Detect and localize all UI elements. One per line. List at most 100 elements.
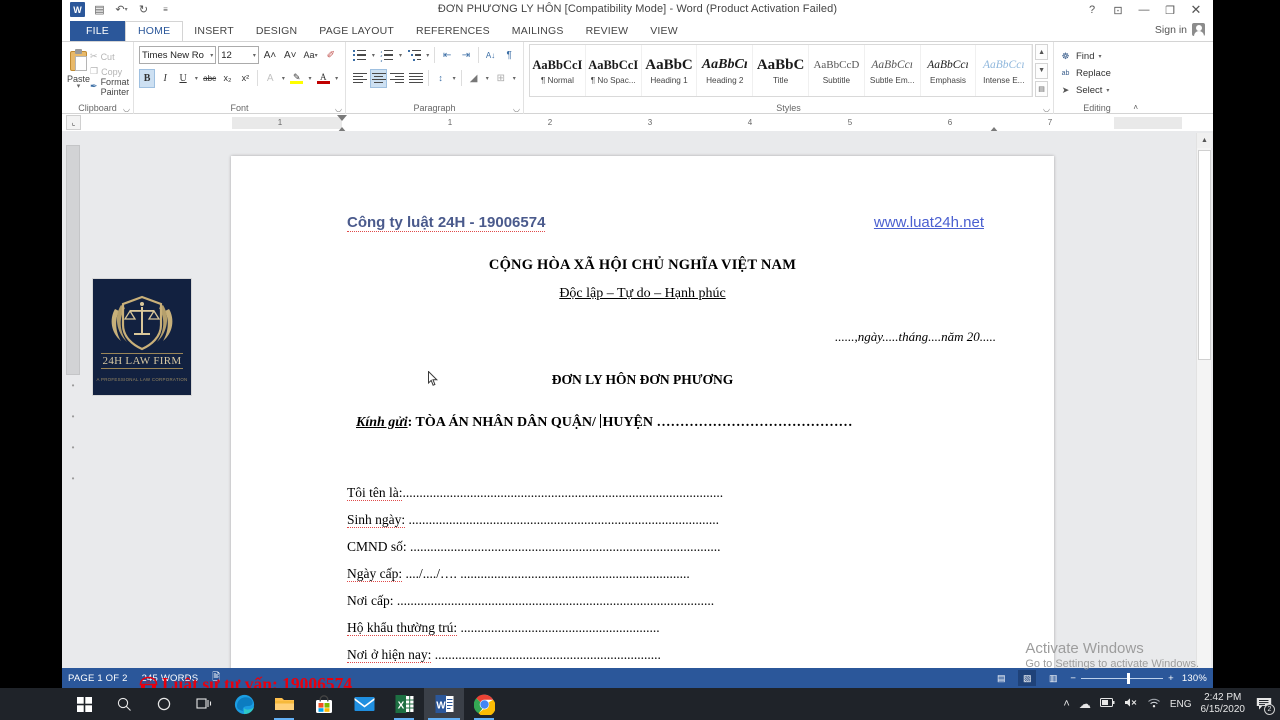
tab-design[interactable]: DESIGN: [245, 22, 308, 41]
style-emphasis[interactable]: AaBbCcı Emphasis: [921, 45, 977, 96]
zoom-out-button[interactable]: −: [1070, 673, 1076, 684]
chevron-down-icon[interactable]: ▾: [253, 52, 256, 59]
zoom-thumb[interactable]: [1127, 672, 1131, 684]
document-page[interactable]: Công ty luật 24H - 19006574 www.luat24h.…: [231, 156, 1054, 688]
left-scroll-thumb[interactable]: [66, 145, 80, 375]
zoom-in-button[interactable]: +: [1168, 673, 1174, 684]
close-button[interactable]: ✕: [1183, 1, 1209, 19]
clock[interactable]: 2:42 PM 6/15/2020: [1201, 692, 1246, 716]
zoom-level[interactable]: 130%: [1182, 673, 1207, 684]
battery-icon[interactable]: [1099, 698, 1115, 710]
styles-more-button[interactable]: ▤: [1035, 81, 1048, 97]
tab-insert[interactable]: INSERT: [183, 22, 245, 41]
subscript-button[interactable]: x₂: [220, 69, 236, 88]
chevron-down-icon[interactable]: ▾: [1106, 87, 1109, 94]
chevron-down-icon[interactable]: ▾: [333, 75, 340, 82]
font-color-button[interactable]: A: [315, 69, 331, 88]
decrease-indent-button[interactable]: ⇤: [438, 46, 456, 65]
format-painter-button[interactable]: ✒ Format Painter: [90, 77, 129, 97]
chevron-down-icon[interactable]: ▾: [397, 52, 404, 59]
chevron-down-icon[interactable]: ▾: [307, 75, 314, 82]
clipboard-dialog-launcher[interactable]: ◡: [123, 104, 130, 113]
style-normal[interactable]: AaBbCcI ¶ Normal: [530, 45, 586, 96]
print-layout-button[interactable]: ▧: [1018, 670, 1037, 686]
borders-button[interactable]: ⊞: [492, 69, 510, 88]
bold-button[interactable]: B: [139, 68, 156, 88]
font-size-input[interactable]: 12 ▾: [218, 46, 259, 64]
chevron-down-icon[interactable]: ▾: [1098, 53, 1101, 60]
shading-button[interactable]: ◢: [465, 69, 483, 88]
minimize-button[interactable]: —: [1131, 1, 1157, 19]
chevron-down-icon[interactable]: ▾: [450, 75, 457, 82]
chevron-down-icon[interactable]: ▾: [370, 52, 377, 59]
font-dialog-launcher[interactable]: ◡: [335, 104, 342, 113]
language-indicator[interactable]: ENG: [1170, 699, 1192, 710]
document-scrollbar[interactable]: ▲ ▼: [1196, 133, 1212, 686]
chevron-down-icon[interactable]: ▾: [424, 52, 431, 59]
microsoft-store-icon[interactable]: [304, 688, 344, 720]
strikethrough-button[interactable]: abc: [202, 69, 218, 88]
field-row[interactable]: Tôi tên là:.............................…: [347, 485, 992, 501]
styles-scroll-up-button[interactable]: ▲: [1035, 44, 1048, 60]
style-heading-1[interactable]: AaBbC Heading 1: [642, 45, 698, 96]
page-indicator[interactable]: PAGE 1 OF 2: [68, 673, 128, 684]
style-heading-2[interactable]: AaBbCı Heading 2: [697, 45, 754, 96]
tab-home[interactable]: HOME: [124, 21, 184, 42]
style-subtle-emphasis[interactable]: AaBbCcı Subtle Em...: [865, 45, 921, 96]
scrollbar-thumb[interactable]: [1198, 150, 1211, 360]
horizontal-ruler[interactable]: 1 1 2 3 4 5 6 7: [232, 115, 1182, 139]
superscript-button[interactable]: x²: [237, 69, 253, 88]
underline-button[interactable]: U: [175, 69, 191, 88]
tab-review[interactable]: REVIEW: [575, 22, 640, 41]
sort-button[interactable]: A↓: [482, 46, 500, 65]
style-no-spacing[interactable]: AaBbCcI ¶ No Spac...: [586, 45, 642, 96]
chevron-down-icon[interactable]: ▾: [193, 75, 200, 82]
left-scroll-strip[interactable]: • • • •: [66, 145, 80, 665]
task-view-icon[interactable]: [184, 688, 224, 720]
field-row[interactable]: Sinh ngày: .............................…: [347, 512, 992, 528]
ribbon-display-options-button[interactable]: ⊡: [1105, 1, 1131, 19]
font-name-input[interactable]: Times New Ro ▾: [139, 46, 217, 64]
bullets-button[interactable]: [351, 46, 369, 65]
chevron-down-icon[interactable]: ▾: [280, 75, 287, 82]
collapse-ribbon-button[interactable]: ˄: [1133, 103, 1138, 112]
edge-icon[interactable]: [224, 688, 264, 720]
clear-formatting-button[interactable]: ✐: [322, 46, 340, 65]
chevron-down-icon[interactable]: ▾: [511, 75, 518, 82]
chevron-down-icon[interactable]: ▾: [67, 83, 90, 90]
network-icon[interactable]: [1147, 697, 1161, 711]
start-button[interactable]: [64, 688, 104, 720]
change-case-button[interactable]: Aa ▾: [301, 46, 319, 65]
window-controls[interactable]: ? ⊡ — ❐ ✕: [1079, 1, 1209, 19]
notification-center-icon[interactable]: 2: [1254, 693, 1275, 715]
field-row[interactable]: Ngày cấp: ..../..../…. .................…: [347, 566, 992, 582]
cortana-icon[interactable]: [144, 688, 184, 720]
align-left-button[interactable]: [351, 69, 369, 88]
show-hidden-icons-button[interactable]: ˄: [1063, 698, 1069, 710]
style-title[interactable]: AaBbC Title: [753, 45, 809, 96]
search-icon[interactable]: [104, 688, 144, 720]
chevron-down-icon[interactable]: ▾: [483, 75, 490, 82]
chevron-down-icon[interactable]: ▾: [210, 52, 213, 59]
style-subtitle[interactable]: AaBbCcD Subtitle: [809, 45, 865, 96]
styles-dialog-launcher[interactable]: ◡: [1043, 104, 1050, 113]
styles-gallery[interactable]: AaBbCcI ¶ Normal AaBbCcI ¶ No Spac... Aa…: [529, 44, 1034, 97]
shrink-font-button[interactable]: A˅: [281, 46, 299, 65]
field-row[interactable]: Nơi cấp: ...............................…: [347, 593, 992, 609]
mail-icon[interactable]: [344, 688, 384, 720]
select-button[interactable]: ➤ Select ▾: [1059, 82, 1135, 99]
increase-indent-button[interactable]: ⇥: [457, 46, 475, 65]
sign-in-button[interactable]: Sign in: [1155, 23, 1205, 36]
grow-font-button[interactable]: A˄: [261, 46, 279, 65]
field-row[interactable]: Nơi ở hiện nay: ........................…: [347, 647, 992, 663]
styles-scroll-down-button[interactable]: ▼: [1035, 62, 1048, 79]
zoom-slider[interactable]: − +: [1070, 672, 1174, 684]
scroll-up-button[interactable]: ▲: [1197, 133, 1212, 148]
cut-button[interactable]: ✂ Cut: [90, 49, 129, 64]
align-center-button[interactable]: [369, 68, 388, 88]
tab-page-layout[interactable]: PAGE LAYOUT: [308, 22, 405, 41]
chrome-icon[interactable]: [464, 688, 504, 720]
website-link[interactable]: www.luat24h.net: [874, 214, 984, 231]
style-intense-emphasis[interactable]: AaBbCcı Intense E...: [976, 45, 1033, 96]
text-highlight-color-button[interactable]: ✎: [289, 69, 305, 88]
